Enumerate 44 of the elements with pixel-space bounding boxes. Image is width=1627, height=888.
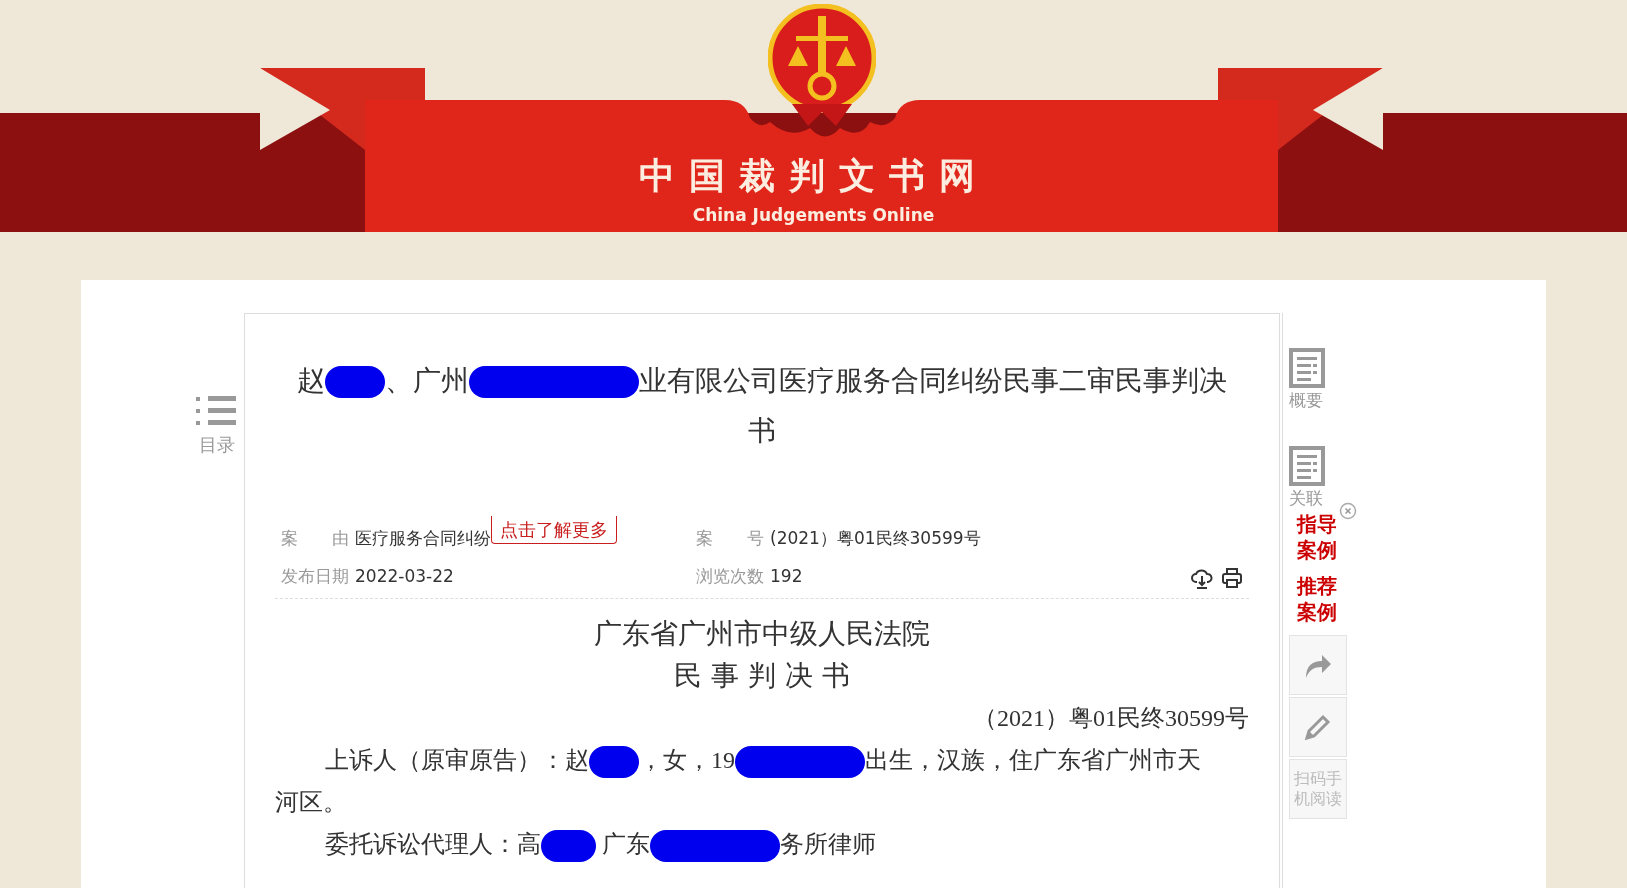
close-icon xyxy=(1339,501,1357,520)
share-arrow-icon xyxy=(1304,652,1332,678)
redaction-mark xyxy=(541,830,596,862)
site-name: 中国裁判文书网 xyxy=(638,158,989,194)
redaction-mark xyxy=(325,366,385,398)
printer-icon xyxy=(1221,567,1243,589)
document-title: 、广州 xyxy=(385,364,469,397)
meta-value: 192 xyxy=(770,565,803,588)
document-icon xyxy=(1289,348,1325,388)
edit-button[interactable] xyxy=(1289,697,1347,757)
meta-value: (2021）粤01民终30599号 xyxy=(770,527,981,550)
paragraph-text: ，女，19 xyxy=(639,746,735,773)
site-name-english: China Judgements Online xyxy=(692,204,935,227)
sidebar-tab[interactable]: 关联 xyxy=(1289,445,1325,511)
meta-value: 2022-03-22 xyxy=(355,565,454,588)
document-title: 业有限公司医疗服务合同纠纷民事二审民事判决书 xyxy=(639,364,1227,447)
paragraph-text: 上诉人（原审原告）：赵 xyxy=(325,746,589,773)
meta-label: 发布日期 xyxy=(281,565,349,588)
case-number: （2021）粤01民终30599号 xyxy=(972,703,1249,733)
toc-button[interactable]: 目录 xyxy=(196,395,238,458)
meta-label: 案 号 xyxy=(696,527,764,550)
meta-label: 浏览次数 xyxy=(696,565,764,588)
case-link[interactable]: 推荐案例 xyxy=(1297,573,1341,625)
print-button[interactable] xyxy=(1221,565,1243,590)
paragraph-text: 务所律师 xyxy=(780,830,876,857)
pencil-icon xyxy=(1303,712,1333,742)
qr-read-button[interactable]: 扫码手机阅读 xyxy=(1289,759,1347,819)
meta-label: 案 由 xyxy=(281,527,349,550)
emblem-icon xyxy=(768,4,876,128)
sidebar-tab[interactable]: 概要 xyxy=(1289,348,1325,414)
court-name: 广东省广州市中级人民法院 xyxy=(593,615,931,652)
paragraph-text: 委托诉讼代理人：高 xyxy=(325,830,541,857)
cloud-download-icon xyxy=(1191,567,1213,589)
redaction-mark xyxy=(589,746,639,778)
paragraph-text: 广东 xyxy=(601,830,650,857)
meta-value: 医疗服务合同纠纷 xyxy=(355,527,491,550)
paragraph-text: 河区。 xyxy=(275,788,347,815)
paragraph-text: 出生，汉族，住广东省广州市天 xyxy=(865,746,1201,773)
share-button[interactable] xyxy=(1289,635,1347,695)
document-type: 民 事 判 决 书 xyxy=(673,657,851,694)
document-icon xyxy=(1289,445,1325,486)
case-link[interactable]: 指导案例 xyxy=(1297,511,1341,563)
learn-more-link[interactable]: 点击了解更多 xyxy=(491,516,617,544)
document-title: 赵 xyxy=(297,364,325,397)
